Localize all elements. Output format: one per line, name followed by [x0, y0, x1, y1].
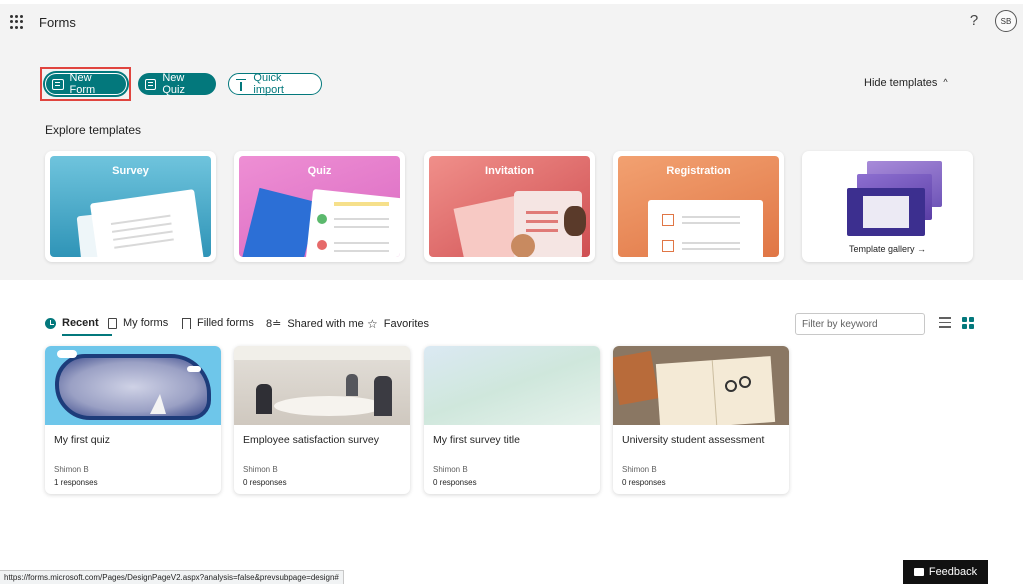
template-label: Survey [112, 165, 149, 177]
new-quiz-button[interactable]: New Quiz [138, 72, 216, 96]
bookmark-icon [182, 317, 191, 329]
template-gallery-card[interactable]: Template gallery → [802, 151, 973, 262]
status-bar-url: https://forms.microsoft.com/Pages/Design… [0, 570, 344, 584]
form-title: My first quiz [54, 434, 111, 446]
gallery-illustration [807, 156, 968, 257]
filter-input[interactable] [795, 313, 925, 335]
template-card-invitation[interactable]: Invitation [424, 151, 595, 262]
upload-icon [236, 78, 247, 91]
invitation-illustration: Invitation [429, 156, 590, 257]
form-title: My first survey title [433, 434, 520, 446]
form-thumbnail [45, 346, 221, 425]
form-thumbnail [234, 346, 410, 425]
template-label: Invitation [485, 165, 534, 177]
template-card-registration[interactable]: Registration [613, 151, 784, 262]
tab-my-forms[interactable]: My forms [108, 317, 168, 329]
form-title: Employee satisfaction survey [243, 434, 379, 446]
form-card[interactable]: Employee satisfaction survey Shimon B 0 … [234, 346, 410, 494]
people-icon: 8≐ [266, 318, 282, 330]
new-quiz-label: New Quiz [162, 72, 185, 96]
feedback-label: Feedback [928, 566, 978, 578]
quiz-doc-icon [145, 78, 157, 90]
hide-templates-toggle[interactable]: Hide templates ^ [864, 77, 948, 89]
form-owner: Shimon B [622, 465, 657, 474]
chat-icon [913, 568, 924, 576]
chevron-up-icon: ^ [943, 77, 948, 87]
explore-templates-heading: Explore templates [45, 123, 142, 137]
list-view-icon[interactable] [939, 317, 951, 328]
form-title: University student assessment [622, 434, 765, 446]
document-icon [108, 317, 117, 329]
form-owner: Shimon B [243, 465, 278, 474]
quick-import-button[interactable]: Quick import [228, 72, 322, 96]
star-icon: ☆ [367, 317, 378, 331]
tab-shared-label: Shared with me [287, 317, 364, 330]
quick-import-label: Quick import [253, 72, 284, 96]
registration-illustration: Registration [618, 156, 779, 257]
form-responses: 0 responses [622, 478, 666, 487]
new-form-label: New Form [69, 72, 96, 96]
tab-shared-with-me[interactable]: 8≐ Shared with me [266, 317, 364, 331]
tab-recent-label: Recent [62, 317, 99, 329]
app-title[interactable]: Forms [39, 15, 76, 30]
form-responses: 1 responses [54, 478, 98, 487]
tab-my-forms-label: My forms [123, 317, 169, 329]
form-card[interactable]: My first survey title Shimon B 0 respons… [424, 346, 600, 494]
clock-icon [45, 317, 56, 329]
tab-filled-forms[interactable]: Filled forms [182, 317, 254, 329]
form-card[interactable]: University student assessment Shimon B 0… [613, 346, 789, 494]
grid-view-icon[interactable] [962, 317, 974, 329]
avatar[interactable]: SB [995, 10, 1017, 32]
template-label: Quiz [307, 165, 332, 177]
help-icon[interactable]: ? [966, 12, 982, 32]
form-owner: Shimon B [54, 465, 89, 474]
form-owner: Shimon B [433, 465, 468, 474]
tab-favorites[interactable]: ☆ Favorites [367, 317, 429, 331]
template-card-quiz[interactable]: Quiz [234, 151, 405, 262]
quiz-illustration: Quiz [239, 156, 400, 257]
template-label: Registration [666, 165, 731, 177]
form-thumbnail [424, 346, 600, 425]
feedback-button[interactable]: Feedback [903, 560, 988, 584]
form-thumbnail [613, 346, 789, 425]
app-launcher-icon[interactable] [10, 15, 24, 29]
survey-illustration: Survey [50, 156, 211, 257]
hide-templates-label: Hide templates [864, 77, 938, 89]
form-responses: 0 responses [243, 478, 287, 487]
template-gallery-link[interactable]: Template gallery → [802, 244, 973, 254]
form-doc-icon [52, 78, 64, 90]
top-bar: Forms ? SB [0, 0, 1023, 44]
tab-recent[interactable]: Recent [45, 317, 112, 336]
tab-favorites-label: Favorites [383, 318, 430, 330]
active-tab-indicator [62, 334, 112, 336]
new-form-button[interactable]: New Form [45, 72, 127, 96]
form-responses: 0 responses [433, 478, 477, 487]
template-card-survey[interactable]: Survey [45, 151, 216, 262]
tab-filled-forms-label: Filled forms [197, 317, 254, 329]
form-card[interactable]: My first quiz Shimon B 1 responses [45, 346, 221, 494]
